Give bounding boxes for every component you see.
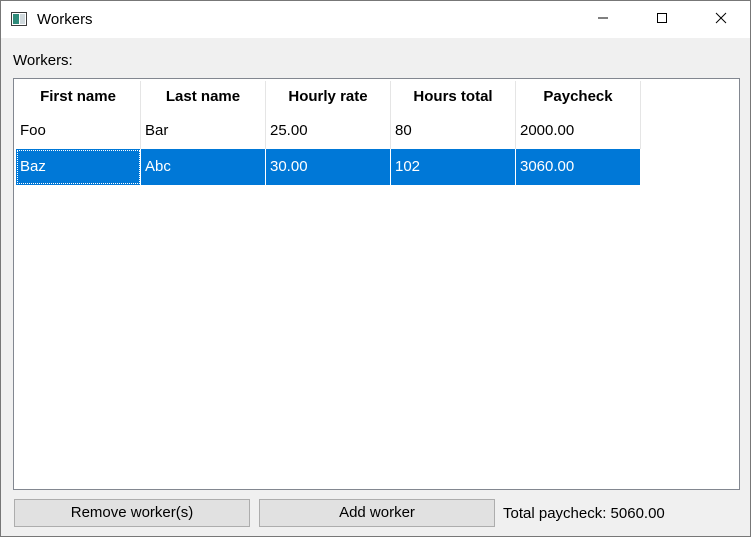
cell-hours-total[interactable]: 102 — [391, 149, 516, 185]
maximize-button[interactable] — [633, 1, 691, 38]
workers-window: Workers Workers: First name Last name Ho… — [0, 0, 751, 537]
column-header-hours-total[interactable]: Hours total — [391, 81, 516, 113]
column-header-last-name[interactable]: Last name — [141, 81, 266, 113]
add-worker-button[interactable]: Add worker — [259, 499, 495, 527]
cell-first-name[interactable]: Baz — [16, 149, 141, 185]
cell-hours-total[interactable]: 80 — [391, 113, 516, 149]
cell-first-name[interactable]: Foo — [16, 113, 141, 149]
cell-paycheck[interactable]: 3060.00 — [516, 149, 641, 185]
cell-last-name[interactable]: Abc — [141, 149, 266, 185]
cell-hourly-rate[interactable]: 25.00 — [266, 113, 391, 149]
workers-table[interactable]: First name Last name Hourly rate Hours t… — [13, 78, 740, 490]
cell-last-name[interactable]: Bar — [141, 113, 266, 149]
cell-paycheck[interactable]: 2000.00 — [516, 113, 641, 149]
close-button[interactable] — [692, 1, 750, 38]
window-title: Workers — [37, 11, 93, 28]
cell-hourly-rate[interactable]: 30.00 — [266, 149, 391, 185]
column-header-paycheck[interactable]: Paycheck — [516, 81, 641, 113]
maximize-icon — [656, 11, 668, 28]
workers-label: Workers: — [13, 52, 73, 69]
remove-worker-button[interactable]: Remove worker(s) — [14, 499, 250, 527]
title-bar[interactable]: Workers — [1, 1, 750, 38]
table-row-selected[interactable]: Baz Abc 30.00 102 3060.00 — [16, 149, 641, 185]
total-paycheck-label: Total paycheck: 5060.00 — [503, 505, 665, 522]
column-header-first-name[interactable]: First name — [16, 81, 141, 113]
close-icon — [715, 11, 727, 28]
minimize-button[interactable] — [574, 1, 632, 38]
app-window-icon — [11, 12, 27, 26]
column-header-hourly-rate[interactable]: Hourly rate — [266, 81, 391, 113]
table-row[interactable]: Foo Bar 25.00 80 2000.00 — [16, 113, 641, 149]
minimize-icon — [597, 11, 609, 28]
